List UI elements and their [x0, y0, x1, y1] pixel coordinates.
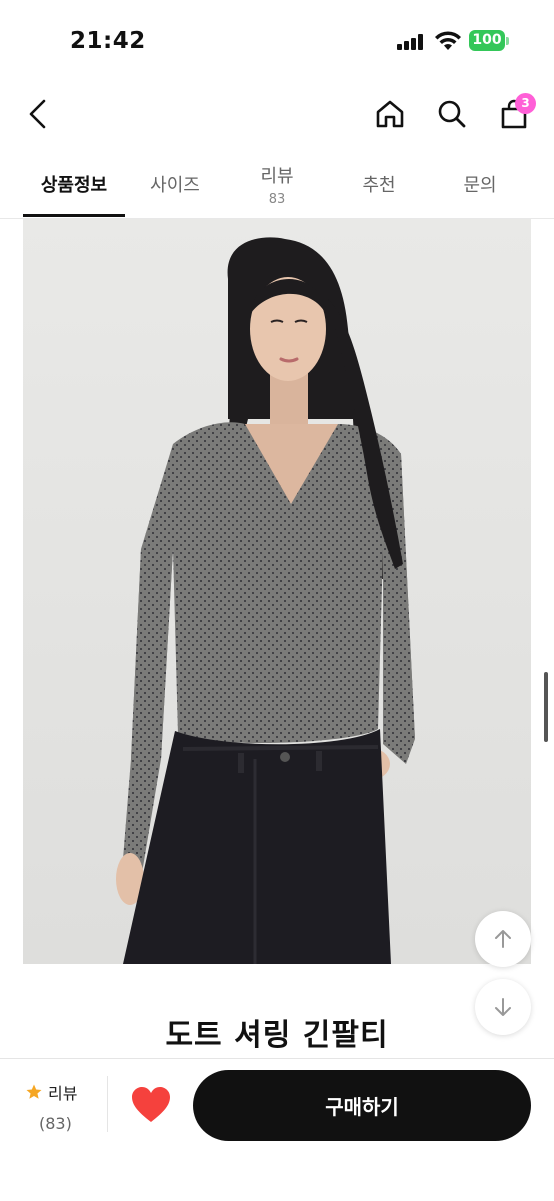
tab-label: 추천	[362, 175, 396, 196]
model-photo	[23, 219, 531, 964]
search-button[interactable]	[430, 92, 474, 136]
back-button[interactable]	[16, 92, 60, 136]
tab-active-indicator	[23, 214, 125, 217]
wifi-icon	[435, 31, 461, 50]
search-icon	[438, 100, 466, 128]
cellular-signal-icon	[397, 34, 427, 50]
battery-icon: 100	[469, 30, 505, 51]
battery-cap	[506, 37, 509, 45]
cart-badge: 3	[515, 93, 536, 114]
tab-size[interactable]: 사이즈	[125, 150, 225, 218]
tab-review[interactable]: 리뷰 83	[225, 150, 329, 218]
tab-product-info[interactable]: 상품정보	[23, 150, 125, 218]
status-time: 21:42	[70, 28, 146, 54]
scroll-indicator[interactable]	[544, 672, 548, 742]
tab-label: 사이즈	[150, 175, 200, 196]
scroll-top-button[interactable]	[475, 911, 531, 967]
home-button[interactable]	[368, 92, 412, 136]
product-tabs: 상품정보 사이즈 리뷰 83 추천 문의	[0, 150, 554, 219]
status-bar: 21:42 100	[0, 0, 554, 80]
review-count: (83)	[39, 1114, 72, 1133]
tab-inquiry[interactable]: 문의	[429, 150, 531, 218]
tab-recommend[interactable]: 추천	[329, 150, 429, 218]
divider	[107, 1076, 108, 1132]
tab-label: 문의	[463, 175, 497, 196]
tab-review-count: 83	[268, 191, 286, 207]
tab-label: 리뷰	[260, 165, 294, 187]
review-summary[interactable]: 리뷰 (83)	[25, 1080, 85, 1133]
buy-button[interactable]: 구매하기	[193, 1070, 531, 1141]
review-label: 리뷰	[48, 1084, 78, 1103]
chevron-left-icon	[29, 99, 46, 129]
product-image[interactable]	[23, 219, 531, 964]
product-title: 도트 셔링 긴팔티	[165, 1018, 389, 1053]
arrow-up-icon	[495, 930, 511, 948]
heart-icon	[132, 1087, 170, 1122]
tab-label: 상품정보	[40, 175, 108, 196]
home-icon	[376, 100, 404, 128]
wishlist-button[interactable]	[130, 1085, 172, 1125]
star-icon	[26, 1084, 42, 1099]
review-row: 리뷰	[25, 1080, 85, 1104]
